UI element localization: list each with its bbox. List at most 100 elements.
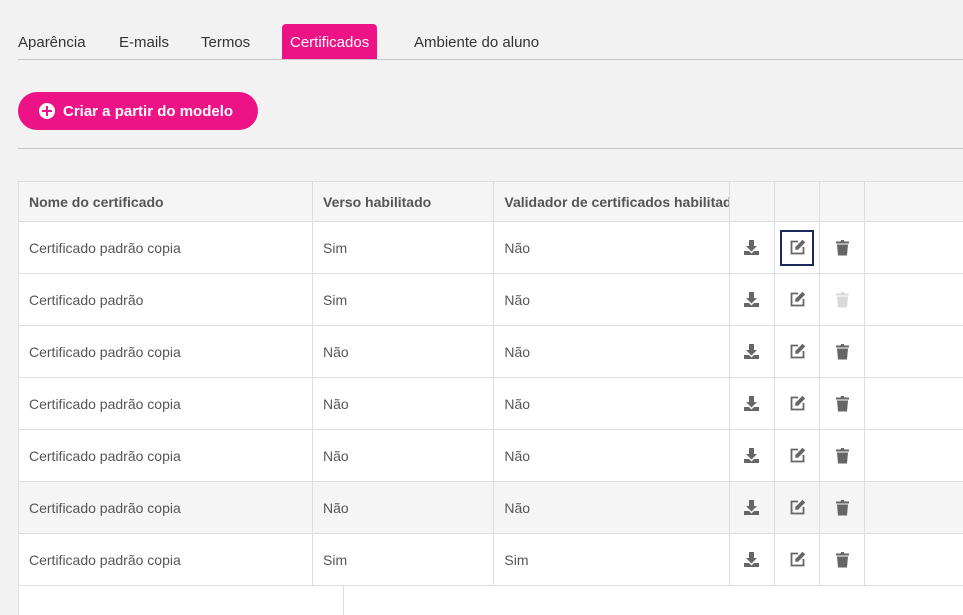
certificates-page: Aparência E-mails Termos Certificados Am… xyxy=(0,0,963,615)
cell-edit xyxy=(775,222,821,273)
cell-delete xyxy=(820,222,866,273)
trash-icon[interactable] xyxy=(825,386,859,422)
cell-validador: Não xyxy=(494,430,730,481)
cell-download xyxy=(730,326,775,377)
cell-verso: Sim xyxy=(313,274,495,325)
cell-download xyxy=(730,222,775,273)
trash-icon[interactable] xyxy=(825,438,859,474)
download-icon[interactable] xyxy=(735,438,769,474)
cell-nome: Certificado padrão copia xyxy=(19,482,314,533)
divider xyxy=(18,148,963,149)
cell-verso: Não xyxy=(313,430,495,481)
edit-icon[interactable] xyxy=(780,490,814,526)
cell-nome: Certificado padrão copia xyxy=(19,326,314,377)
cell-edit xyxy=(775,534,821,585)
trash-icon[interactable] xyxy=(825,490,859,526)
cell-nome: Certificado padrão copia xyxy=(19,534,314,585)
edit-icon[interactable] xyxy=(780,334,814,370)
table-body: Certificado padrão copia Sim Não Certificad… xyxy=(19,222,963,586)
header-download xyxy=(730,182,775,221)
header-end xyxy=(865,182,963,221)
download-icon[interactable] xyxy=(735,334,769,370)
cell-end xyxy=(865,274,963,325)
edit-icon[interactable] xyxy=(780,542,814,578)
table-row: Certificado padrão copia Sim Não xyxy=(19,222,963,274)
cell-download xyxy=(730,482,775,533)
header-nome: Nome do certificado xyxy=(19,182,314,221)
settings-tabs: Aparência E-mails Termos Certificados Am… xyxy=(18,24,963,60)
table-row: Certificado padrão copia Não Não xyxy=(19,378,963,430)
tab-termos[interactable]: Termos xyxy=(201,24,250,59)
cell-delete xyxy=(820,378,866,429)
edit-icon[interactable] xyxy=(780,438,814,474)
download-icon[interactable] xyxy=(735,490,769,526)
cell-download xyxy=(730,378,775,429)
cell-verso: Não xyxy=(313,378,495,429)
cell-validador: Sim xyxy=(494,534,730,585)
cell-verso: Sim xyxy=(313,222,495,273)
cell-end xyxy=(865,534,963,585)
download-icon[interactable] xyxy=(735,282,769,318)
cell-download xyxy=(730,274,775,325)
download-icon[interactable] xyxy=(735,542,769,578)
plus-circle-icon xyxy=(39,103,55,119)
tab-certificados[interactable]: Certificados xyxy=(282,24,378,59)
table-row: Certificado padrão Sim Não xyxy=(19,274,963,326)
header-validador: Validador de certificados habilitado xyxy=(494,182,730,221)
cell-delete xyxy=(820,326,866,377)
trash-icon[interactable] xyxy=(825,334,859,370)
edit-icon[interactable] xyxy=(780,386,814,422)
cell-verso: Sim xyxy=(313,534,495,585)
cell-delete xyxy=(820,430,866,481)
cell-validador: Não xyxy=(494,274,730,325)
tab-aparencia[interactable]: Aparência xyxy=(18,24,86,59)
create-from-template-button[interactable]: Criar a partir do modelo xyxy=(18,92,258,130)
table-row: Certificado padrão copia Não Não xyxy=(19,482,963,534)
create-from-template-label: Criar a partir do modelo xyxy=(63,102,234,120)
header-delete xyxy=(820,182,866,221)
cell-delete xyxy=(820,482,866,533)
cell-edit xyxy=(775,274,821,325)
cell-edit xyxy=(775,378,821,429)
cell-nome: Certificado padrão xyxy=(19,274,314,325)
table-row: Certificado padrão copia Não Não xyxy=(19,430,963,482)
cell-nome: Certificado padrão copia xyxy=(19,222,314,273)
table-header: Nome do certificado Verso habilitado Val… xyxy=(19,182,963,222)
cell-validador: Não xyxy=(494,482,730,533)
cell-nome: Certificado padrão copia xyxy=(19,430,314,481)
empty-cell xyxy=(19,586,344,615)
trash-icon xyxy=(825,282,859,318)
header-edit xyxy=(775,182,821,221)
cell-edit xyxy=(775,430,821,481)
cell-end xyxy=(865,222,963,273)
cell-nome: Certificado padrão copia xyxy=(19,378,314,429)
tab-ambiente-do-aluno[interactable]: Ambiente do aluno xyxy=(414,24,539,59)
trash-icon[interactable] xyxy=(825,230,859,266)
cell-end xyxy=(865,378,963,429)
edit-icon[interactable] xyxy=(780,229,815,266)
cell-verso: Não xyxy=(313,326,495,377)
table-footer-space xyxy=(19,586,963,615)
table-row: Certificado padrão copia Sim Sim xyxy=(19,534,963,586)
table-row: Certificado padrão copia Não Não xyxy=(19,326,963,378)
cell-end xyxy=(865,430,963,481)
cell-verso: Não xyxy=(313,482,495,533)
cell-validador: Não xyxy=(494,326,730,377)
certificates-table: Nome do certificado Verso habilitado Val… xyxy=(18,181,963,615)
cell-validador: Não xyxy=(494,378,730,429)
cell-edit xyxy=(775,482,821,533)
download-icon[interactable] xyxy=(735,230,769,266)
edit-icon[interactable] xyxy=(780,282,814,318)
cell-delete xyxy=(820,274,866,325)
cell-end xyxy=(865,482,963,533)
cell-download xyxy=(730,430,775,481)
cell-delete xyxy=(820,534,866,585)
tab-emails[interactable]: E-mails xyxy=(119,24,169,59)
download-icon[interactable] xyxy=(735,386,769,422)
header-verso: Verso habilitado xyxy=(313,182,495,221)
cell-end xyxy=(865,326,963,377)
cell-download xyxy=(730,534,775,585)
cell-validador: Não xyxy=(494,222,730,273)
trash-icon[interactable] xyxy=(825,542,859,578)
cell-edit xyxy=(775,326,821,377)
